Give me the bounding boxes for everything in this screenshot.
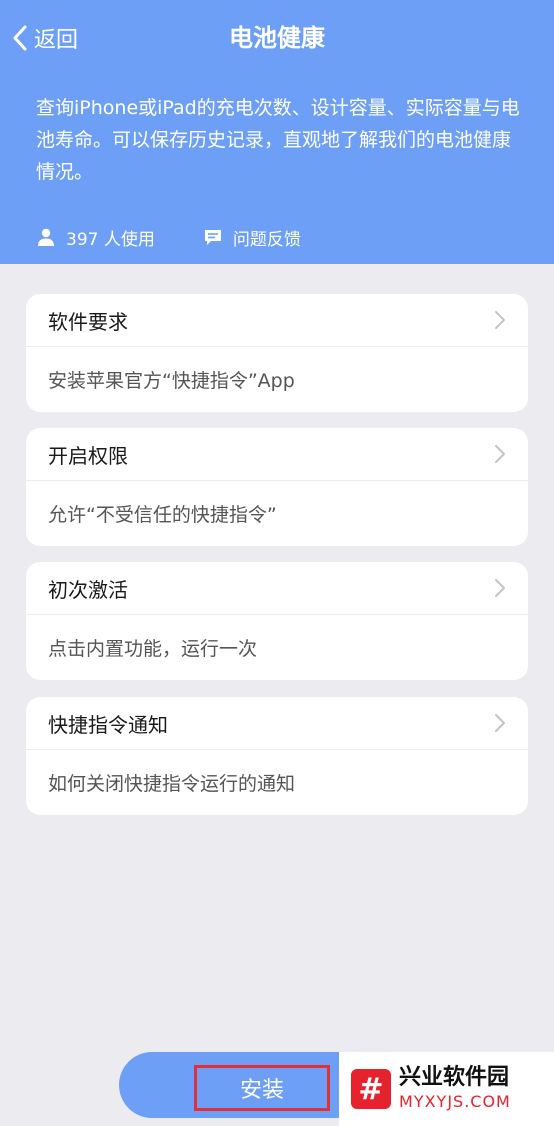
meta-bar: 397 人使用 问题反馈: [36, 222, 301, 252]
card-title: 初次激活: [48, 577, 128, 602]
card-body: 安装苹果官方“快捷指令”App: [48, 370, 295, 392]
install-label: 安装: [194, 1065, 330, 1111]
site-watermark: # 兴业软件园 MYXYJS.COM: [339, 1052, 554, 1126]
card-software-requirement: 软件要求 安装苹果官方“快捷指令”App: [26, 294, 528, 412]
description: 查询iPhone或iPad的充电次数、设计容量、实际容量与电池寿命。可以保存历史…: [36, 97, 520, 183]
hash-logo-icon: #: [351, 1069, 391, 1109]
card-first-activation: 初次激活 点击内置功能，运行一次: [26, 562, 528, 680]
page-title: 电池健康: [229, 24, 325, 52]
chevron-right-icon: [495, 311, 505, 329]
card-shortcut-notification: 快捷指令通知 如何关闭快捷指令运行的通知: [26, 697, 528, 815]
card-header[interactable]: 快捷指令通知: [26, 697, 528, 750]
card-body: 点击内置功能，运行一次: [48, 638, 258, 660]
feedback-label: 问题反馈: [232, 229, 301, 250]
watermark-domain: MYXYJS.COM: [399, 1092, 511, 1111]
card-title: 快捷指令通知: [48, 712, 168, 737]
card-title: 开启权限: [48, 443, 128, 468]
message-icon: [204, 230, 221, 245]
card-header[interactable]: 软件要求: [26, 294, 528, 347]
card-title: 软件要求: [48, 309, 128, 334]
person-icon: [38, 228, 54, 246]
chevron-right-icon: [495, 714, 505, 732]
user-count: 397 人使用: [36, 225, 155, 250]
card-header[interactable]: 初次激活: [26, 562, 528, 615]
watermark-name: 兴业软件园: [399, 1065, 510, 1090]
user-count-label: 397 人使用: [66, 229, 155, 250]
card-body: 允许“不受信任的快捷指令”: [48, 504, 277, 526]
card-header[interactable]: 开启权限: [26, 428, 528, 481]
card-enable-permission: 开启权限 允许“不受信任的快捷指令”: [26, 428, 528, 546]
card-body: 如何关闭快捷指令运行的通知: [48, 773, 296, 795]
watermark-text: 兴业软件园 MYXYJS.COM: [399, 1065, 511, 1113]
chevron-right-icon: [495, 445, 505, 463]
header: 返回 电池健康 查询iPhone或iPad的充电次数、设计容量、实际容量与电池寿…: [0, 0, 554, 264]
chevron-right-icon: [495, 579, 505, 597]
feedback-link[interactable]: 问题反馈: [203, 225, 301, 250]
